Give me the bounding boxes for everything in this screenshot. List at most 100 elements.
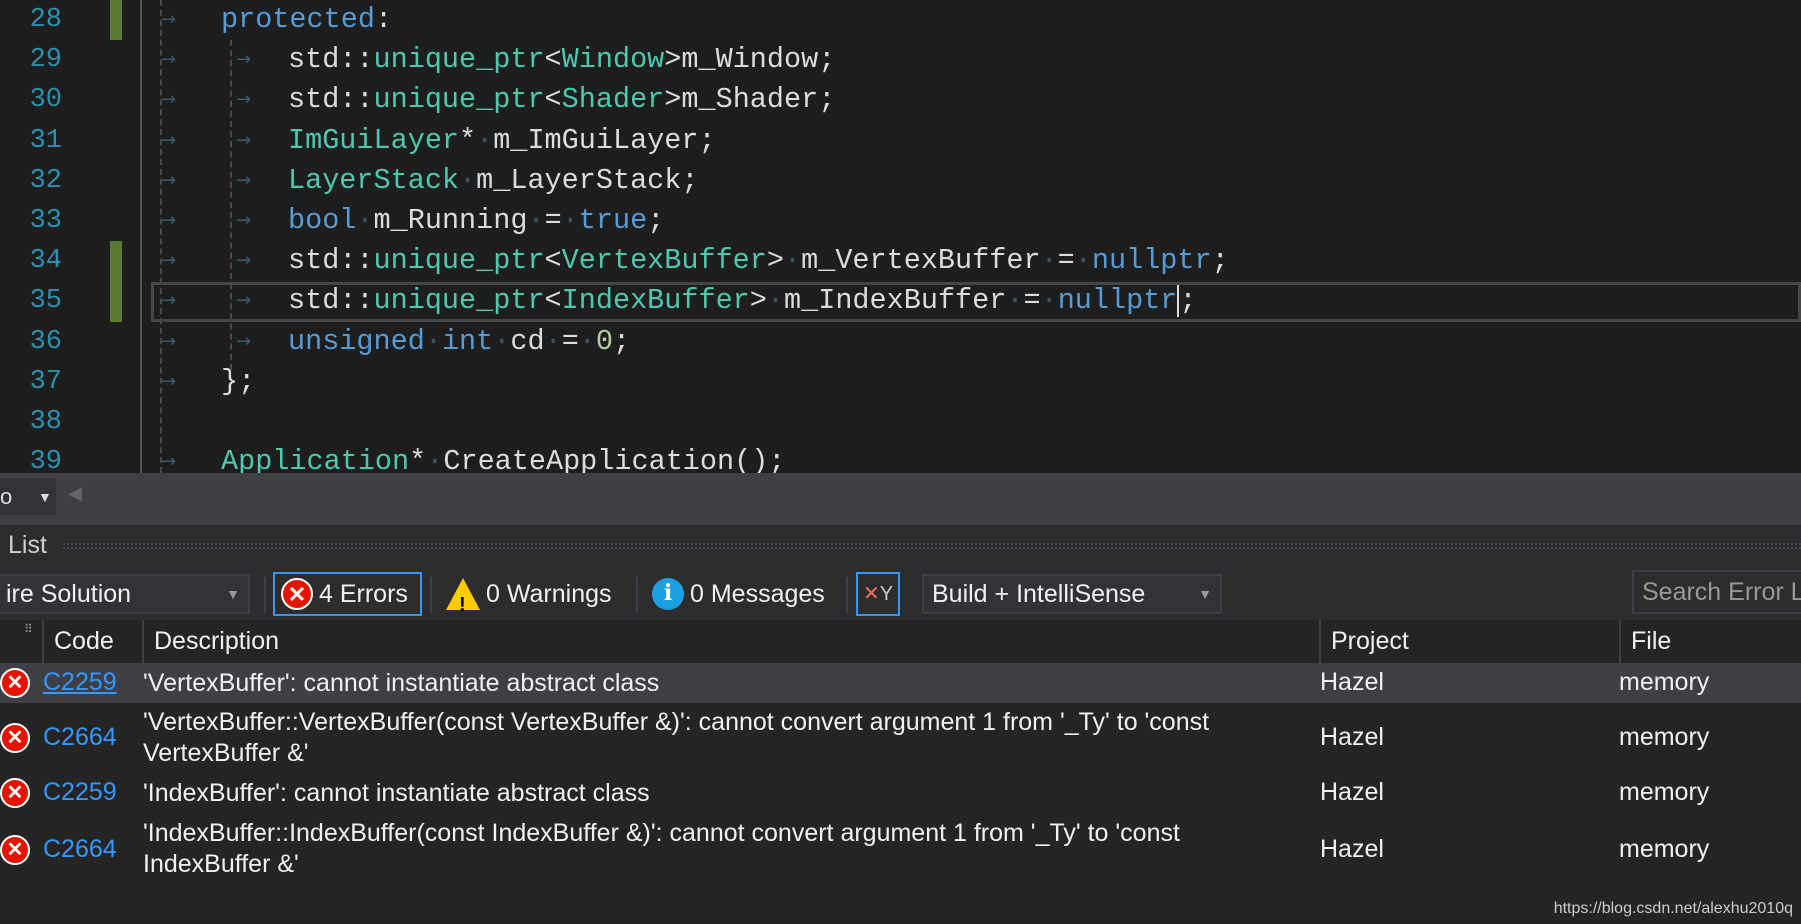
error-row[interactable]: ✕ C2664 'IndexBuffer::IndexBuffer(const In… [0,814,1801,885]
column-description[interactable]: Description [142,620,1319,663]
error-description: 'VertexBuffer': cannot instantiate abstr… [143,669,660,697]
error-description: 'VertexBuffer::VertexBuffer(const Vertex… [143,708,1210,767]
code-editor[interactable]: 28 → protected: 29 → → std::unique_ptr<Window>… [0,0,1801,473]
column-file[interactable]: File [1619,620,1801,663]
code-token: nullptr [1091,244,1212,278]
code-token: · [1040,244,1058,278]
code-token: int [441,324,494,358]
code-token: < [544,244,562,278]
line-number: 29 [29,45,62,76]
code-token: unique_ptr [373,244,545,278]
code-line[interactable]: std::unique_ptr<VertexBuffer>·m_VertexBu… [288,241,1229,281]
warning-icon: ! [446,578,480,616]
code-token: ; [613,324,631,358]
column-project[interactable]: Project [1319,620,1619,663]
code-token: · [1006,284,1024,318]
column-code[interactable]: Code [42,620,142,663]
chevron-down-icon: ▼ [1198,586,1212,602]
code-line[interactable]: protected: [221,0,392,40]
code-line[interactable]: ImGuiLayer*·m_ImGuiLayer; [288,121,716,161]
error-code-link[interactable]: C2259 [43,668,117,697]
scope-dropdown[interactable]: ire Solution ▼ [0,574,250,614]
error-row[interactable]: ✕ C2259 'VertexBuffer': cannot instantiate… [0,663,1801,703]
change-indicator [110,241,122,282]
code-line[interactable]: std::unique_ptr<IndexBuffer>·m_IndexBuff… [288,281,1197,321]
code-token: · [784,244,802,278]
error-project: Hazel [1320,668,1384,696]
error-project: Hazel [1320,834,1384,863]
tab-whitespace-icon: → [236,210,252,231]
code-token: unique_ptr [373,284,545,318]
code-token: ; [1211,244,1229,278]
separator [430,577,432,613]
code-line[interactable]: }; [221,362,255,402]
error-list-title-bar: List [0,525,1801,569]
error-icon: ✕ [0,722,30,753]
code-token: true [578,204,648,237]
code-line[interactable]: std::unique_ptr<Shader>m_Shader; [288,80,835,120]
search-error-list-input[interactable]: Search Error List [1632,570,1801,614]
code-token: 0 [595,324,614,358]
line-number: 38 [29,407,62,437]
drag-grip[interactable] [62,542,1801,550]
error-description: 'IndexBuffer': cannot instantiate abstra… [143,779,650,807]
navigation-dropdown[interactable]: o ▼ [0,479,56,515]
code-token: Shader [561,83,665,117]
code-token: ; [647,204,665,237]
tab-whitespace-icon: → [161,290,177,312]
warnings-filter-button[interactable]: ! 0 Warnings [440,572,618,616]
scope-value: ire Solution [6,580,132,608]
separator [264,577,266,613]
messages-filter-button[interactable]: i0 Messages [646,572,831,616]
error-file: memory [1619,834,1710,863]
column-project-label: Project [1331,627,1409,655]
code-token: CreateApplication(); [443,445,786,473]
code-line[interactable]: bool·m_Running·=·true; [288,201,664,241]
line-number: 36 [29,326,62,357]
line-number: 35 [29,286,62,317]
error-row[interactable]: ✕ C2259 'IndexBuffer': cannot instantiate … [0,772,1801,814]
code-line[interactable]: std::unique_ptr<Window>m_Window; [288,40,835,80]
scroll-left-icon[interactable]: ◀ [68,483,82,504]
code-token: IndexBuffer [561,284,750,318]
code-line[interactable]: Application*·CreateApplication(); [221,442,785,473]
code-token: · [578,324,596,358]
code-token: VertexBuffer [561,244,767,278]
error-code-link[interactable]: C2664 [43,723,117,752]
errors-label: 4 Errors [319,580,408,608]
error-code-link[interactable]: C2259 [43,778,117,807]
code-token: >m_Window; [664,43,836,77]
error-list-header: ⠿ Code Description Project File [0,620,1801,663]
code-token: · [561,204,579,237]
watermark: https://blog.csdn.net/alexhu2010q [1553,900,1793,917]
code-line[interactable]: LayerStack·m_LayerStack; [288,161,698,201]
code-token: m_LayerStack; [476,163,699,197]
error-icon: ✕ [281,578,313,610]
navigation-dropdown-value: o [0,484,13,509]
code-line[interactable]: unsigned·int·cd·=·0; [288,322,630,362]
error-code-link[interactable]: C2664 [43,835,117,864]
code-token: unique_ptr [373,43,545,77]
tab-whitespace-icon: → [161,49,177,71]
errors-filter-button[interactable]: ✕ 4 Errors [273,572,422,616]
tab-whitespace-icon: → [161,370,177,392]
code-token: · [459,163,477,197]
clear-filter-button[interactable]: ✕Y [856,572,900,616]
column-code-label: Code [54,627,114,655]
code-token: unsigned [288,324,425,358]
tab-whitespace-icon: → [236,290,252,312]
tab-whitespace-icon: → [236,89,252,111]
change-indicator [110,0,122,41]
source-dropdown[interactable]: Build + IntelliSense ▼ [922,574,1222,614]
tab-whitespace-icon: → [161,9,177,30]
code-token: LayerStack [288,163,460,197]
tab-whitespace-icon: → [161,129,177,151]
editor-navigation-bar: o ▼ ◀ [0,473,1801,525]
code-token: · [1040,284,1058,318]
line-number: 39 [29,447,62,473]
error-project: Hazel [1320,778,1384,806]
column-chooser-icon[interactable]: ⠿ [24,608,33,651]
line-number: 37 [29,366,62,397]
error-row[interactable]: ✕ C2664 'VertexBuffer::VertexBuffer(const … [0,703,1801,772]
separator [636,577,638,613]
